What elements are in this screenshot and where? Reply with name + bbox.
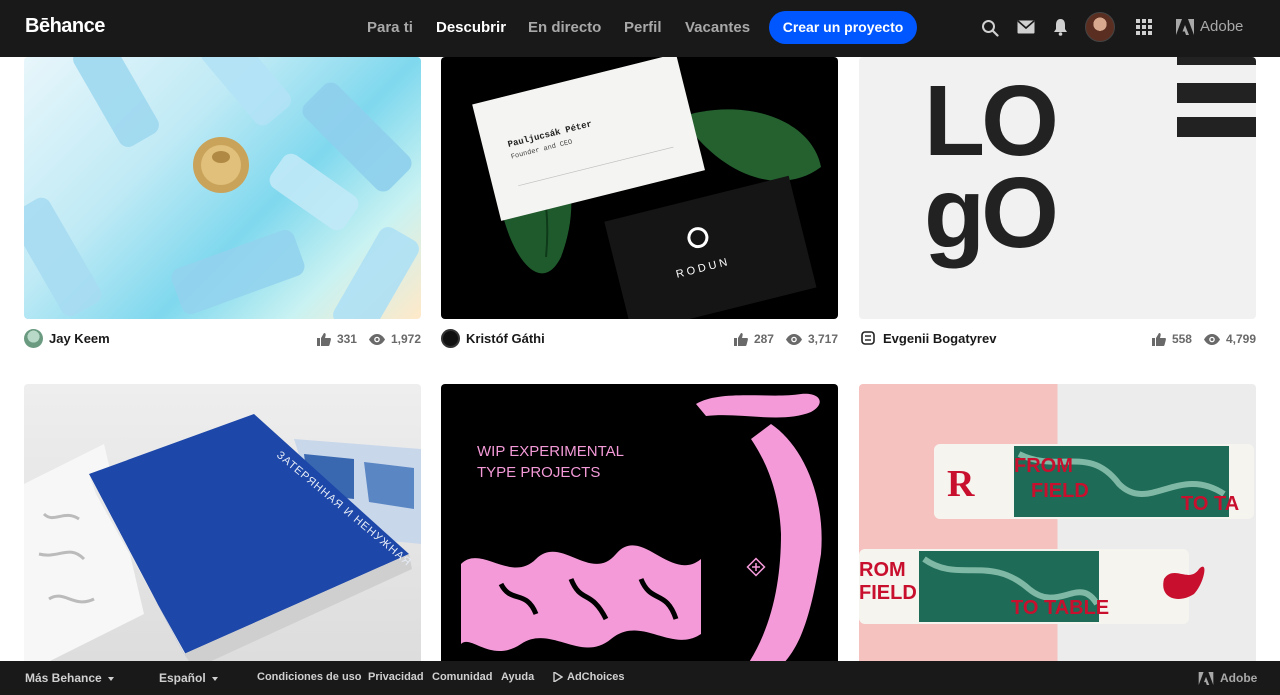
- project-stats: 558 4,799: [1151, 332, 1256, 346]
- project-card[interactable]: WIP EXPERIMENTAL TYPE PROJECTS: [441, 384, 838, 661]
- search-icon[interactable]: [981, 19, 999, 37]
- adobe-label: Adobe: [1200, 18, 1244, 35]
- eye-icon: [1203, 333, 1220, 345]
- mail-icon[interactable]: [1017, 20, 1035, 34]
- create-project-button[interactable]: Crear un proyecto: [769, 11, 917, 44]
- adchoices-link[interactable]: AdChoices: [553, 671, 624, 683]
- nav-para-ti[interactable]: Para ti: [367, 19, 413, 36]
- eye-icon: [368, 333, 385, 345]
- likes-count: 331: [336, 332, 357, 346]
- adobe-logo-icon: [1176, 18, 1194, 35]
- owner-avatar: [24, 329, 43, 348]
- owner-name: Kristóf Gáthi: [466, 331, 545, 346]
- nav-vacantes[interactable]: Vacantes: [685, 19, 750, 36]
- project-owner[interactable]: Kristóf Gáthi: [441, 329, 545, 348]
- owner-avatar: [441, 329, 460, 348]
- project-thumbnail-field-to-table[interactable]: R FROM FIELD TO TA ROM FIELD TO TABLE: [859, 384, 1256, 661]
- owner-avatar: [861, 331, 875, 345]
- project-thumbnail-rodun[interactable]: Pauljucsák Péter Founder and CEO RODUN: [441, 57, 838, 319]
- footer-bar: Más Behance Español Condiciones de uso P…: [0, 661, 1280, 695]
- owner-name: Jay Keem: [49, 331, 110, 346]
- adchoices-icon: [553, 672, 563, 682]
- text-field: FIELD: [1031, 480, 1089, 502]
- footer-link-help[interactable]: Ayuda: [501, 671, 534, 683]
- more-behance-label: Más Behance: [25, 671, 102, 685]
- project-card[interactable]: ЗАТЕРЯННАЯ И НЕНУЖНАЯ: [24, 384, 421, 661]
- adobe-link[interactable]: Adobe: [1176, 18, 1243, 35]
- headline-line-2: TYPE PROJECTS: [477, 464, 600, 481]
- owner-name: Evgenii Bogatyrev: [883, 330, 997, 346]
- views-count: 3,717: [807, 332, 838, 346]
- project-stats: 331 1,972: [316, 332, 421, 346]
- more-behance-menu[interactable]: Más Behance: [25, 671, 114, 685]
- project-owner[interactable]: Jay Keem: [24, 329, 110, 348]
- likes-count: 558: [1171, 332, 1192, 346]
- project-thumbnail-experimental-type[interactable]: WIP EXPERIMENTAL TYPE PROJECTS: [441, 384, 838, 661]
- project-owner[interactable]: Evgenii Bogatyrev: [859, 329, 996, 347]
- text-from: FROM: [1014, 455, 1073, 477]
- nav-perfil[interactable]: Perfil: [624, 19, 662, 36]
- footer-adobe-label: Adobe: [1220, 671, 1258, 685]
- views-count: 1,972: [390, 332, 421, 346]
- project-stats: 287 3,717: [733, 332, 838, 346]
- thumbs-up-icon: [316, 332, 331, 346]
- apps-grid-icon[interactable]: [1136, 19, 1152, 35]
- footer-link-community[interactable]: Comunidad: [432, 671, 493, 683]
- project-grid: Jay Keem 331 1,972 Pauljucsák Péter Foun…: [0, 57, 1280, 661]
- project-thumbnail-cans[interactable]: [24, 57, 421, 319]
- text-to-table: TO TABLE: [1011, 597, 1109, 619]
- text-to-ta: TO TA: [1181, 493, 1239, 515]
- project-card[interactable]: Jay Keem 331 1,972: [24, 57, 421, 357]
- bell-icon[interactable]: [1053, 18, 1068, 36]
- likes-count: 287: [753, 332, 774, 346]
- project-card[interactable]: LO gO Evgenii Bogatyrev 558 4,799: [859, 57, 1256, 357]
- red-r-mark: R: [947, 463, 975, 505]
- project-thumbnail-book[interactable]: ЗАТЕРЯННАЯ И НЕНУЖНАЯ: [24, 384, 421, 661]
- adchoices-label: AdChoices: [567, 671, 625, 683]
- headline-line-1: WIP EXPERIMENTAL: [477, 443, 624, 460]
- text-field-2: FIELD: [859, 582, 917, 604]
- eye-icon: [785, 333, 802, 345]
- language-label: Español: [159, 671, 206, 685]
- chevron-down-icon: [107, 676, 114, 681]
- thumbs-up-icon: [1151, 332, 1166, 346]
- top-navigation-bar: Bēhance Para ti Descubrir En directo Per…: [0, 0, 1280, 57]
- adobe-logo-icon: [1198, 671, 1214, 685]
- nav-descubrir[interactable]: Descubrir: [436, 19, 506, 36]
- project-card[interactable]: Pauljucsák Péter Founder and CEO RODUN K…: [441, 57, 838, 357]
- chevron-down-icon: [211, 676, 218, 681]
- user-avatar[interactable]: [1085, 12, 1115, 42]
- language-menu[interactable]: Español: [159, 671, 218, 685]
- nav-en-directo[interactable]: En directo: [528, 19, 601, 36]
- text-rom: ROM: [859, 559, 906, 581]
- views-count: 4,799: [1225, 332, 1256, 346]
- logo-line-2: gO: [924, 157, 1055, 269]
- project-card[interactable]: R FROM FIELD TO TA ROM FIELD TO TABLE: [859, 384, 1256, 661]
- footer-link-privacy[interactable]: Privacidad: [368, 671, 424, 683]
- project-thumbnail-logo[interactable]: LO gO: [859, 57, 1256, 319]
- thumbs-up-icon: [733, 332, 748, 346]
- footer-link-terms[interactable]: Condiciones de uso: [257, 671, 362, 683]
- footer-adobe-link[interactable]: Adobe: [1198, 671, 1257, 685]
